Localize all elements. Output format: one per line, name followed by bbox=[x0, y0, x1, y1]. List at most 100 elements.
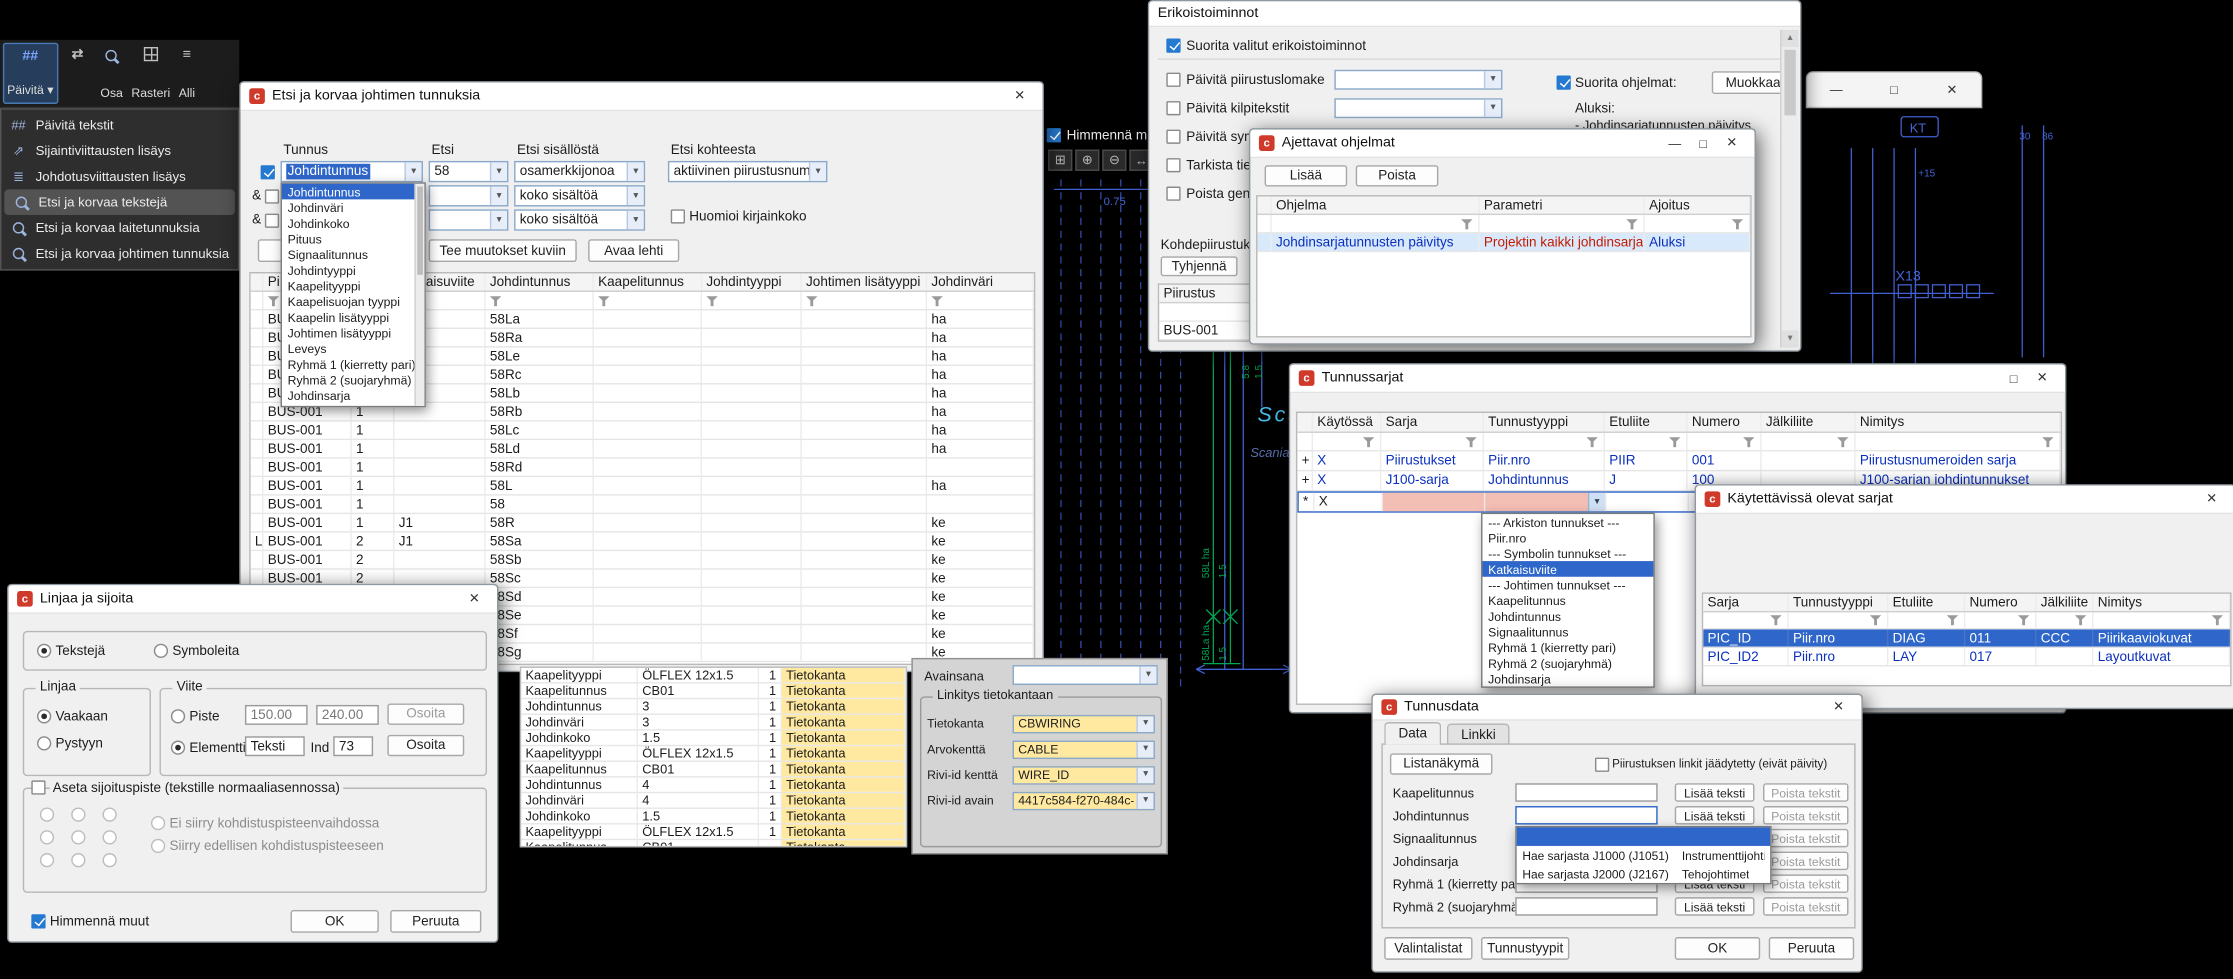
dropdown-item[interactable]: Johdintyyppi bbox=[282, 262, 424, 278]
col-header[interactable]: Etuliite bbox=[1605, 413, 1688, 432]
col-header[interactable]: Parametri bbox=[1480, 197, 1645, 214]
aseta-checkbox[interactable] bbox=[31, 780, 45, 794]
dialog-titlebar[interactable]: Erikoistoiminnot bbox=[1149, 1, 1800, 27]
dialog-titlebar[interactable]: c Ajettavat ohjelmat — □ ✕ bbox=[1250, 130, 1754, 158]
drawing-window-titlebar[interactable]: — □ ✕ bbox=[1806, 71, 1983, 108]
poista-tekstit-button[interactable]: Poista tekstit bbox=[1763, 897, 1848, 916]
table-row[interactable]: Johdinväri 3 1 Tietokanta bbox=[521, 715, 906, 731]
dropdown-item[interactable]: Johtimen lisätyyppi bbox=[282, 325, 424, 341]
dropdown-item[interactable]: Pituus bbox=[282, 231, 424, 247]
tunnustyypit-button[interactable]: Tunnustyypit bbox=[1481, 937, 1569, 960]
poista-tekstit-button[interactable]: Poista tekstit bbox=[1763, 829, 1848, 848]
field-select[interactable]: WIRE_ID▼ bbox=[1013, 765, 1155, 784]
close-icon[interactable]: ✕ bbox=[1717, 132, 1745, 153]
dropdown-item[interactable]: Katkaisuviite bbox=[1482, 561, 1653, 577]
table-row[interactable]: BUS-001 1 58L ha bbox=[251, 477, 1034, 496]
piste-x-field[interactable]: 150.00 bbox=[245, 705, 308, 725]
dropdown-item[interactable]: Johdinväri bbox=[282, 199, 424, 215]
filter-funnel-icon[interactable] bbox=[1870, 614, 1883, 627]
table-row[interactable]: Kaapelityyppi ÖLFLEX 12x1.5 1 Tietokanta bbox=[521, 746, 906, 762]
filter-funnel-icon[interactable] bbox=[2042, 435, 2055, 448]
filter-funnel-icon[interactable] bbox=[2075, 614, 2088, 627]
dropdown-item[interactable]: Johdintunnus bbox=[282, 184, 424, 200]
etsi-input[interactable]: 58▼ bbox=[429, 161, 509, 182]
toolbar-paivita-button[interactable]: ## Päivitä ▾ bbox=[3, 43, 58, 104]
avaa-lehti-button[interactable]: Avaa lehti bbox=[588, 239, 679, 262]
filter-funnel-icon[interactable] bbox=[598, 294, 611, 307]
chevron-down-icon[interactable]: ▼ bbox=[1588, 493, 1605, 512]
table-row[interactable]: BUS-001 1 J1 58R ke bbox=[251, 514, 1034, 533]
scroll-up-icon[interactable]: ▲ bbox=[1782, 30, 1799, 47]
criteria1-checkbox[interactable] bbox=[261, 165, 275, 179]
anchor-radio[interactable] bbox=[40, 807, 54, 821]
option-checkbox[interactable] bbox=[1166, 130, 1180, 144]
freeze-links-checkbox[interactable] bbox=[1595, 758, 1609, 772]
close-icon[interactable]: ✕ bbox=[1005, 85, 1033, 106]
filter-funnel-icon[interactable] bbox=[931, 294, 944, 307]
dropdown-item[interactable]: --- Symbolin tunnukset --- bbox=[1482, 545, 1653, 561]
table-row[interactable]: Johdinväri 4 1 Tietokanta bbox=[521, 793, 906, 809]
col-header[interactable]: Etuliite bbox=[1888, 594, 1965, 611]
filter-funnel-icon[interactable] bbox=[490, 294, 503, 307]
col-header[interactable]: Johdintunnus bbox=[486, 273, 594, 290]
dropdown-item[interactable]: Johdinkoko bbox=[282, 215, 424, 231]
osoita-piste-button[interactable]: Osoita bbox=[387, 704, 464, 725]
dropdown-item[interactable]: Kaapelisuojan tyyppi bbox=[282, 293, 424, 309]
table-row[interactable]: L BUS-001 2 J1 58Sa ke bbox=[251, 533, 1034, 552]
field-input[interactable] bbox=[1515, 783, 1657, 802]
table-row[interactable]: Johdintunnus 4 1 Tietokanta bbox=[521, 778, 906, 794]
case-sensitive-checkbox[interactable] bbox=[671, 209, 685, 223]
run-selected-checkbox[interactable] bbox=[1166, 38, 1180, 52]
minimize-icon[interactable]: — bbox=[1822, 79, 1850, 100]
minimize-icon[interactable]: — bbox=[1661, 132, 1689, 153]
dim-others-checkbox[interactable] bbox=[1047, 128, 1061, 142]
dropdown-item[interactable]: Johdinsarja bbox=[1482, 671, 1653, 687]
vaakaan-radio[interactable] bbox=[37, 709, 51, 723]
sisalto-select[interactable]: osamerkkijonoa▼ bbox=[514, 161, 645, 182]
poista-tekstit-button[interactable]: Poista tekstit bbox=[1763, 783, 1848, 802]
filter-funnel-icon[interactable] bbox=[268, 294, 281, 307]
toolbar-alli-button[interactable]: ≡ Alli bbox=[176, 43, 198, 104]
col-header[interactable]: Numero bbox=[1965, 594, 2036, 611]
dialog-titlebar[interactable]: c Käytettävissä olevat sarjat ✕ bbox=[1696, 486, 2233, 514]
dialog-titlebar[interactable]: c Etsi ja korvaa johtimen tunnuksia ✕ bbox=[241, 83, 1043, 111]
filter-funnel-icon[interactable] bbox=[1770, 614, 1783, 627]
dropdown-item[interactable] bbox=[1517, 827, 1770, 846]
anchor-radio[interactable] bbox=[103, 807, 117, 821]
col-header[interactable]: Nimitys bbox=[1856, 413, 2061, 432]
dropdown-item[interactable]: Kaapelin lisätyyppi bbox=[282, 309, 424, 325]
filter-funnel-icon[interactable] bbox=[1626, 217, 1639, 230]
col-header[interactable]: Tunnustyyppi bbox=[1789, 594, 1889, 611]
anchor-radio[interactable] bbox=[103, 830, 117, 844]
col-header[interactable]: Käytössä bbox=[1313, 413, 1381, 432]
field-input[interactable] bbox=[1515, 897, 1657, 916]
tab-data[interactable]: Data bbox=[1384, 722, 1441, 745]
dropdown-item[interactable]: Kaapelitunnus bbox=[1482, 592, 1653, 608]
dropdown-item[interactable]: Ryhmä 2 (suojaryhmä) bbox=[1482, 655, 1653, 671]
teksteja-radio[interactable] bbox=[37, 644, 51, 658]
field-select[interactable]: 4417c584-f270-484c-a1ed-f5▼ bbox=[1013, 791, 1155, 810]
table-row[interactable]: Johdintunnus 3 1 Tietokanta bbox=[521, 699, 906, 715]
col-header[interactable]: Tunnustyyppi bbox=[1484, 413, 1605, 432]
ind-field[interactable]: 73 bbox=[333, 736, 373, 756]
dropdown-item[interactable]: Ryhmä 1 (kierretty pari) bbox=[1482, 639, 1653, 655]
dropdown-item[interactable]: Kaapelityyppi bbox=[282, 278, 424, 294]
menu-item-sijaintiviittaukset[interactable]: ⇗Sijaintiviittausten lisäys bbox=[1, 138, 237, 164]
tee-muutokset-button[interactable]: Tee muutokset kuviin bbox=[429, 239, 577, 262]
table-row[interactable]: Kaapelitunnus CB01 Tietokanta bbox=[521, 840, 906, 847]
dropdown-item[interactable]: Johdinsarja bbox=[282, 387, 424, 403]
avainsana-select[interactable]: ▼ bbox=[1013, 665, 1158, 685]
tyyppi-edit-combo[interactable]: ▼ bbox=[1485, 493, 1606, 512]
filter-funnel-icon[interactable] bbox=[1669, 435, 1682, 448]
table-row[interactable]: Kaapelityyppi ÖLFLEX 12x1.5 1 Tietokanta bbox=[521, 668, 906, 684]
lisaa-teksti-button[interactable]: Lisää teksti bbox=[1675, 897, 1755, 916]
lisaa-teksti-button[interactable]: Lisää teksti bbox=[1675, 806, 1755, 825]
col-header[interactable]: Sarja bbox=[1381, 413, 1484, 432]
field-input[interactable] bbox=[1515, 806, 1657, 825]
sisalto2-select[interactable]: koko sisältöä▼ bbox=[514, 185, 645, 206]
filter-funnel-icon[interactable] bbox=[1465, 435, 1478, 448]
option-checkbox[interactable] bbox=[1166, 187, 1180, 201]
peruuta-button[interactable]: Peruuta bbox=[1769, 937, 1854, 960]
dropdown-item[interactable]: Ryhmä 1 (kierretty pari) bbox=[282, 356, 424, 372]
dropdown-item[interactable]: Piir.nro bbox=[1482, 530, 1653, 546]
